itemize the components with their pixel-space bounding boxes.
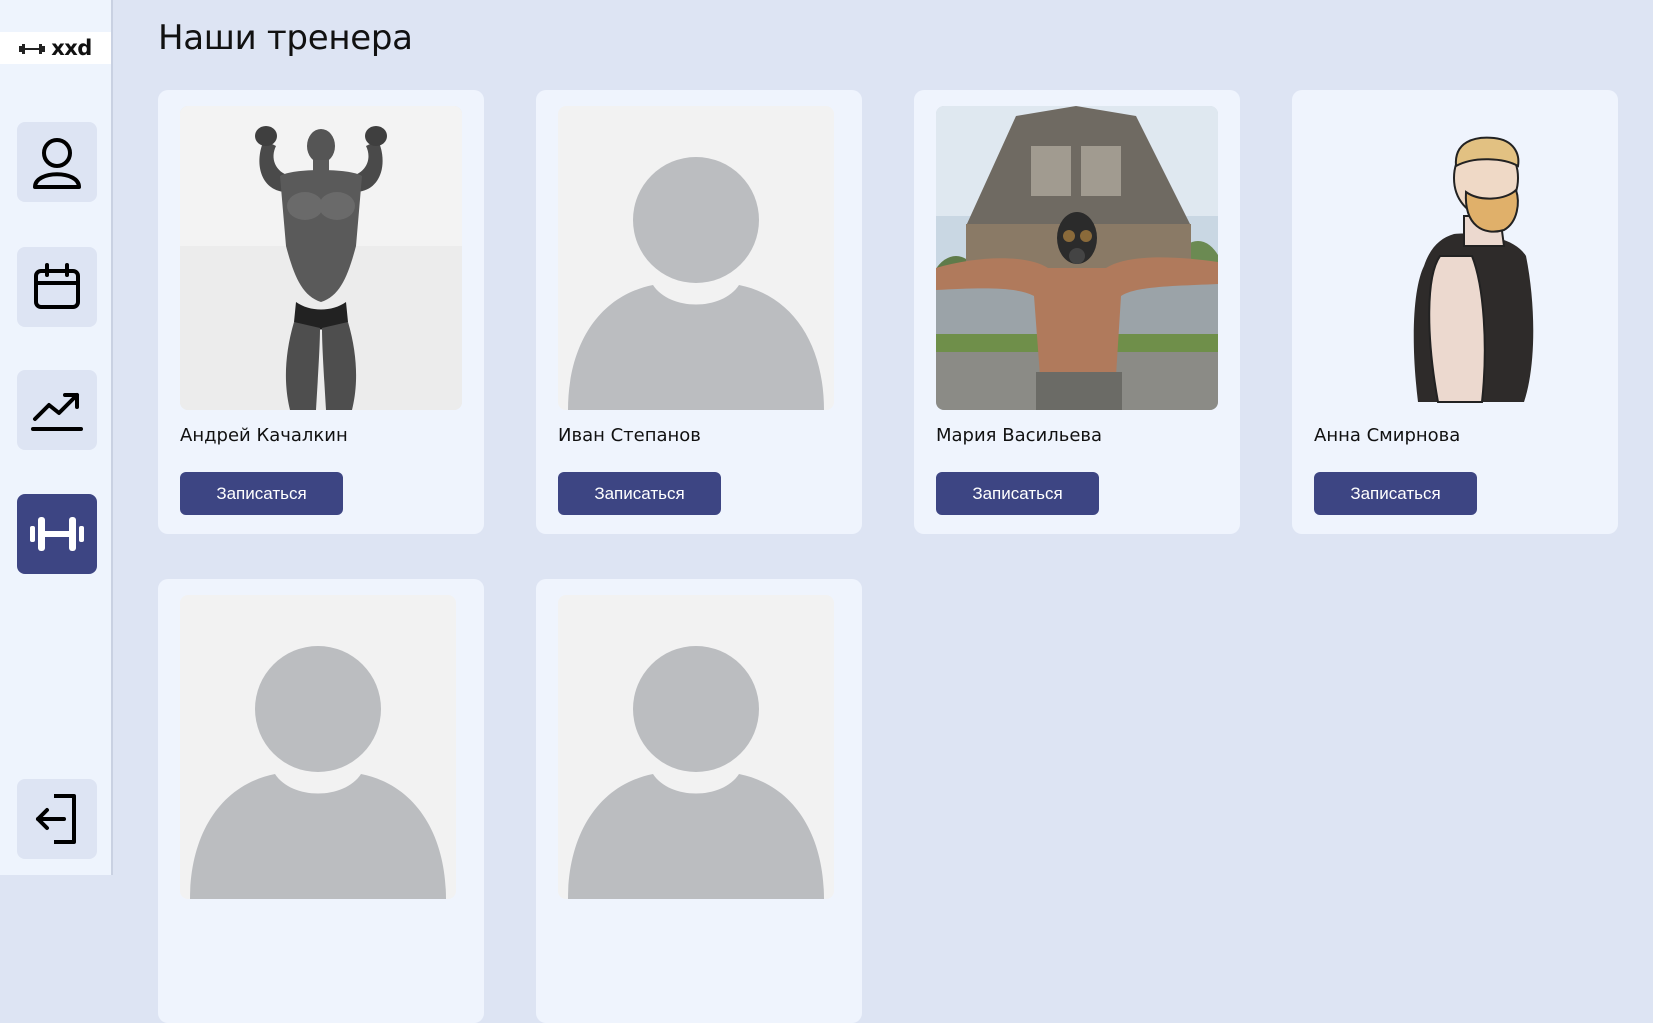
trainer-name: Иван Степанов (558, 425, 701, 446)
logout-icon (32, 792, 82, 846)
avatar-placeholder-icon (190, 646, 446, 899)
trainer-card: Мария Васильева Записаться (914, 90, 1240, 534)
trainer-card: Анна Смирнова Записаться (1292, 90, 1618, 534)
trainer-name: Андрей Качалкин (180, 425, 348, 446)
sidebar-item-schedule[interactable] (17, 247, 97, 327)
dumbbell-icon (19, 39, 46, 58)
trainer-card (536, 579, 862, 1023)
sidebar: xxd (0, 0, 113, 875)
signup-button[interactable]: Записаться (1314, 472, 1477, 515)
logout-button[interactable] (17, 779, 97, 859)
page-title: Наши тренера (158, 18, 413, 58)
sidebar-item-trainers[interactable] (17, 494, 97, 574)
trainer-name: Анна Смирнова (1314, 425, 1461, 446)
trainer-photo (936, 106, 1218, 410)
dumbbell-icon (28, 513, 86, 555)
logo[interactable]: xxd (0, 32, 111, 64)
user-icon (27, 132, 87, 192)
sidebar-item-profile[interactable] (17, 122, 97, 202)
trainer-photo (180, 106, 462, 410)
trainer-photo (1314, 106, 1596, 410)
sidebar-item-progress[interactable] (17, 370, 97, 450)
signup-button[interactable]: Записаться (936, 472, 1099, 515)
trainer-photo (558, 106, 834, 410)
signup-button[interactable]: Записаться (180, 472, 343, 515)
bearded-man-drawing (1314, 106, 1596, 410)
trainer-card: Иван Степанов Записаться (536, 90, 862, 534)
trainer-card (158, 579, 484, 1023)
signup-button[interactable]: Записаться (558, 472, 721, 515)
trainer-photo (558, 595, 834, 899)
avatar-placeholder-icon (568, 646, 824, 899)
trainer-name: Мария Васильева (936, 425, 1103, 446)
calendar-icon (31, 261, 83, 313)
avatar-placeholder-icon (568, 157, 824, 410)
trainer-card: Андрей Качалкин Записаться (158, 90, 484, 534)
gas-mask-man-photo (936, 106, 1218, 410)
main-content: Наши тренера Андрей Качалкин Записаться … (113, 0, 1653, 1023)
trainer-photo (180, 595, 456, 899)
bodybuilder-photo (180, 106, 462, 410)
chart-up-icon (29, 385, 85, 435)
logo-text: xxd (51, 36, 92, 60)
